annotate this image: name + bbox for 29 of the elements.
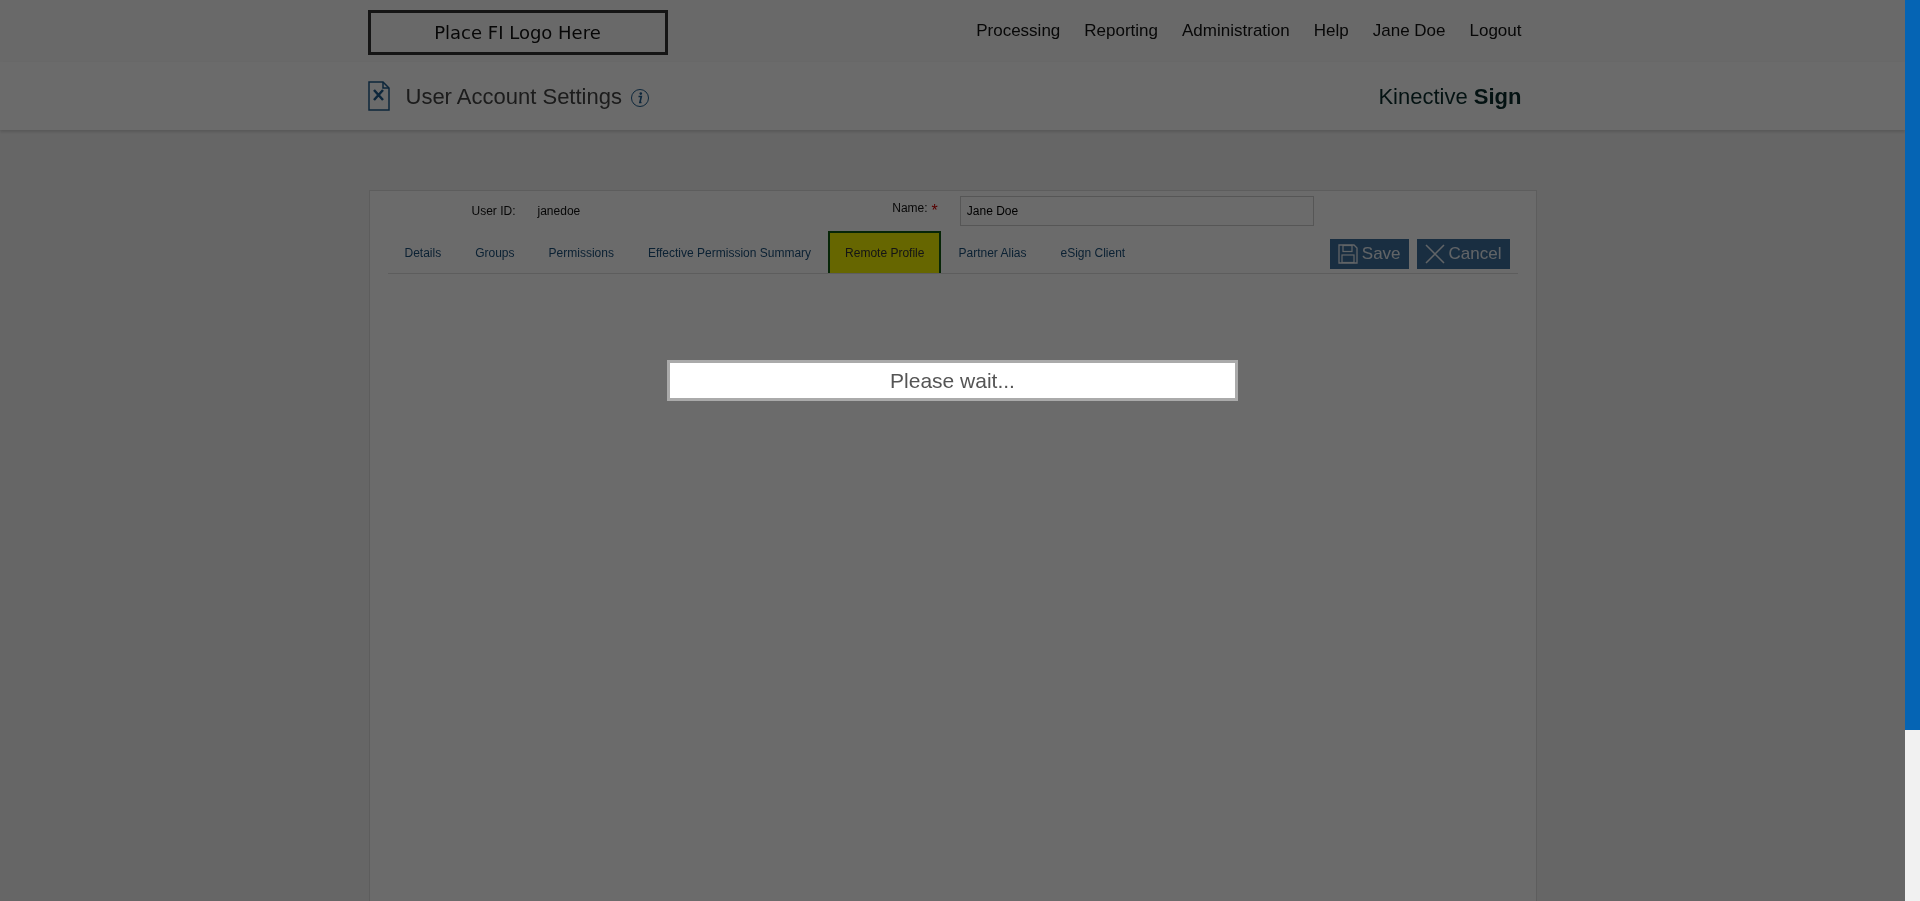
close-icon <box>1424 244 1445 264</box>
cancel-button[interactable]: Cancel <box>1416 239 1510 269</box>
document-icon <box>367 81 390 111</box>
info-icon[interactable] <box>629 87 650 108</box>
nav-link[interactable]: Administration <box>1182 18 1290 44</box>
scrollbar-thumb[interactable] <box>1905 0 1920 730</box>
name-field[interactable]: Jane Doe <box>959 196 1314 226</box>
nav-link[interactable]: Jane Doe <box>1372 18 1446 44</box>
field-label: Name: <box>892 200 928 217</box>
nav-link[interactable]: Processing <box>976 18 1061 44</box>
nav-link[interactable]: Logout <box>1469 18 1522 44</box>
required-mark: * <box>931 201 938 221</box>
field-value: janedoe <box>537 203 581 220</box>
save-button[interactable]: Save <box>1329 239 1409 269</box>
save-icon <box>1337 244 1358 264</box>
logo-placeholder-text: Place FI Logo Here <box>434 21 601 45</box>
field-label: User ID: <box>471 203 516 220</box>
tab[interactable]: Partner Alias <box>941 231 1044 273</box>
tab[interactable]: Effective Permission Summary <box>630 231 829 273</box>
loading-message: Please wait... <box>667 360 1238 401</box>
nav-link[interactable]: Reporting <box>1084 18 1159 44</box>
nav-link[interactable]: Help <box>1313 18 1349 44</box>
tab[interactable]: Details <box>387 231 459 273</box>
brand-name: Kinective Sign <box>1378 82 1522 111</box>
tab[interactable]: Groups <box>458 231 532 273</box>
tab[interactable]: Permissions <box>531 231 631 273</box>
tab[interactable]: Remote Profile <box>828 231 942 273</box>
tab[interactable]: eSign Client <box>1043 231 1143 273</box>
page-title: User Account Settings <box>405 82 622 111</box>
